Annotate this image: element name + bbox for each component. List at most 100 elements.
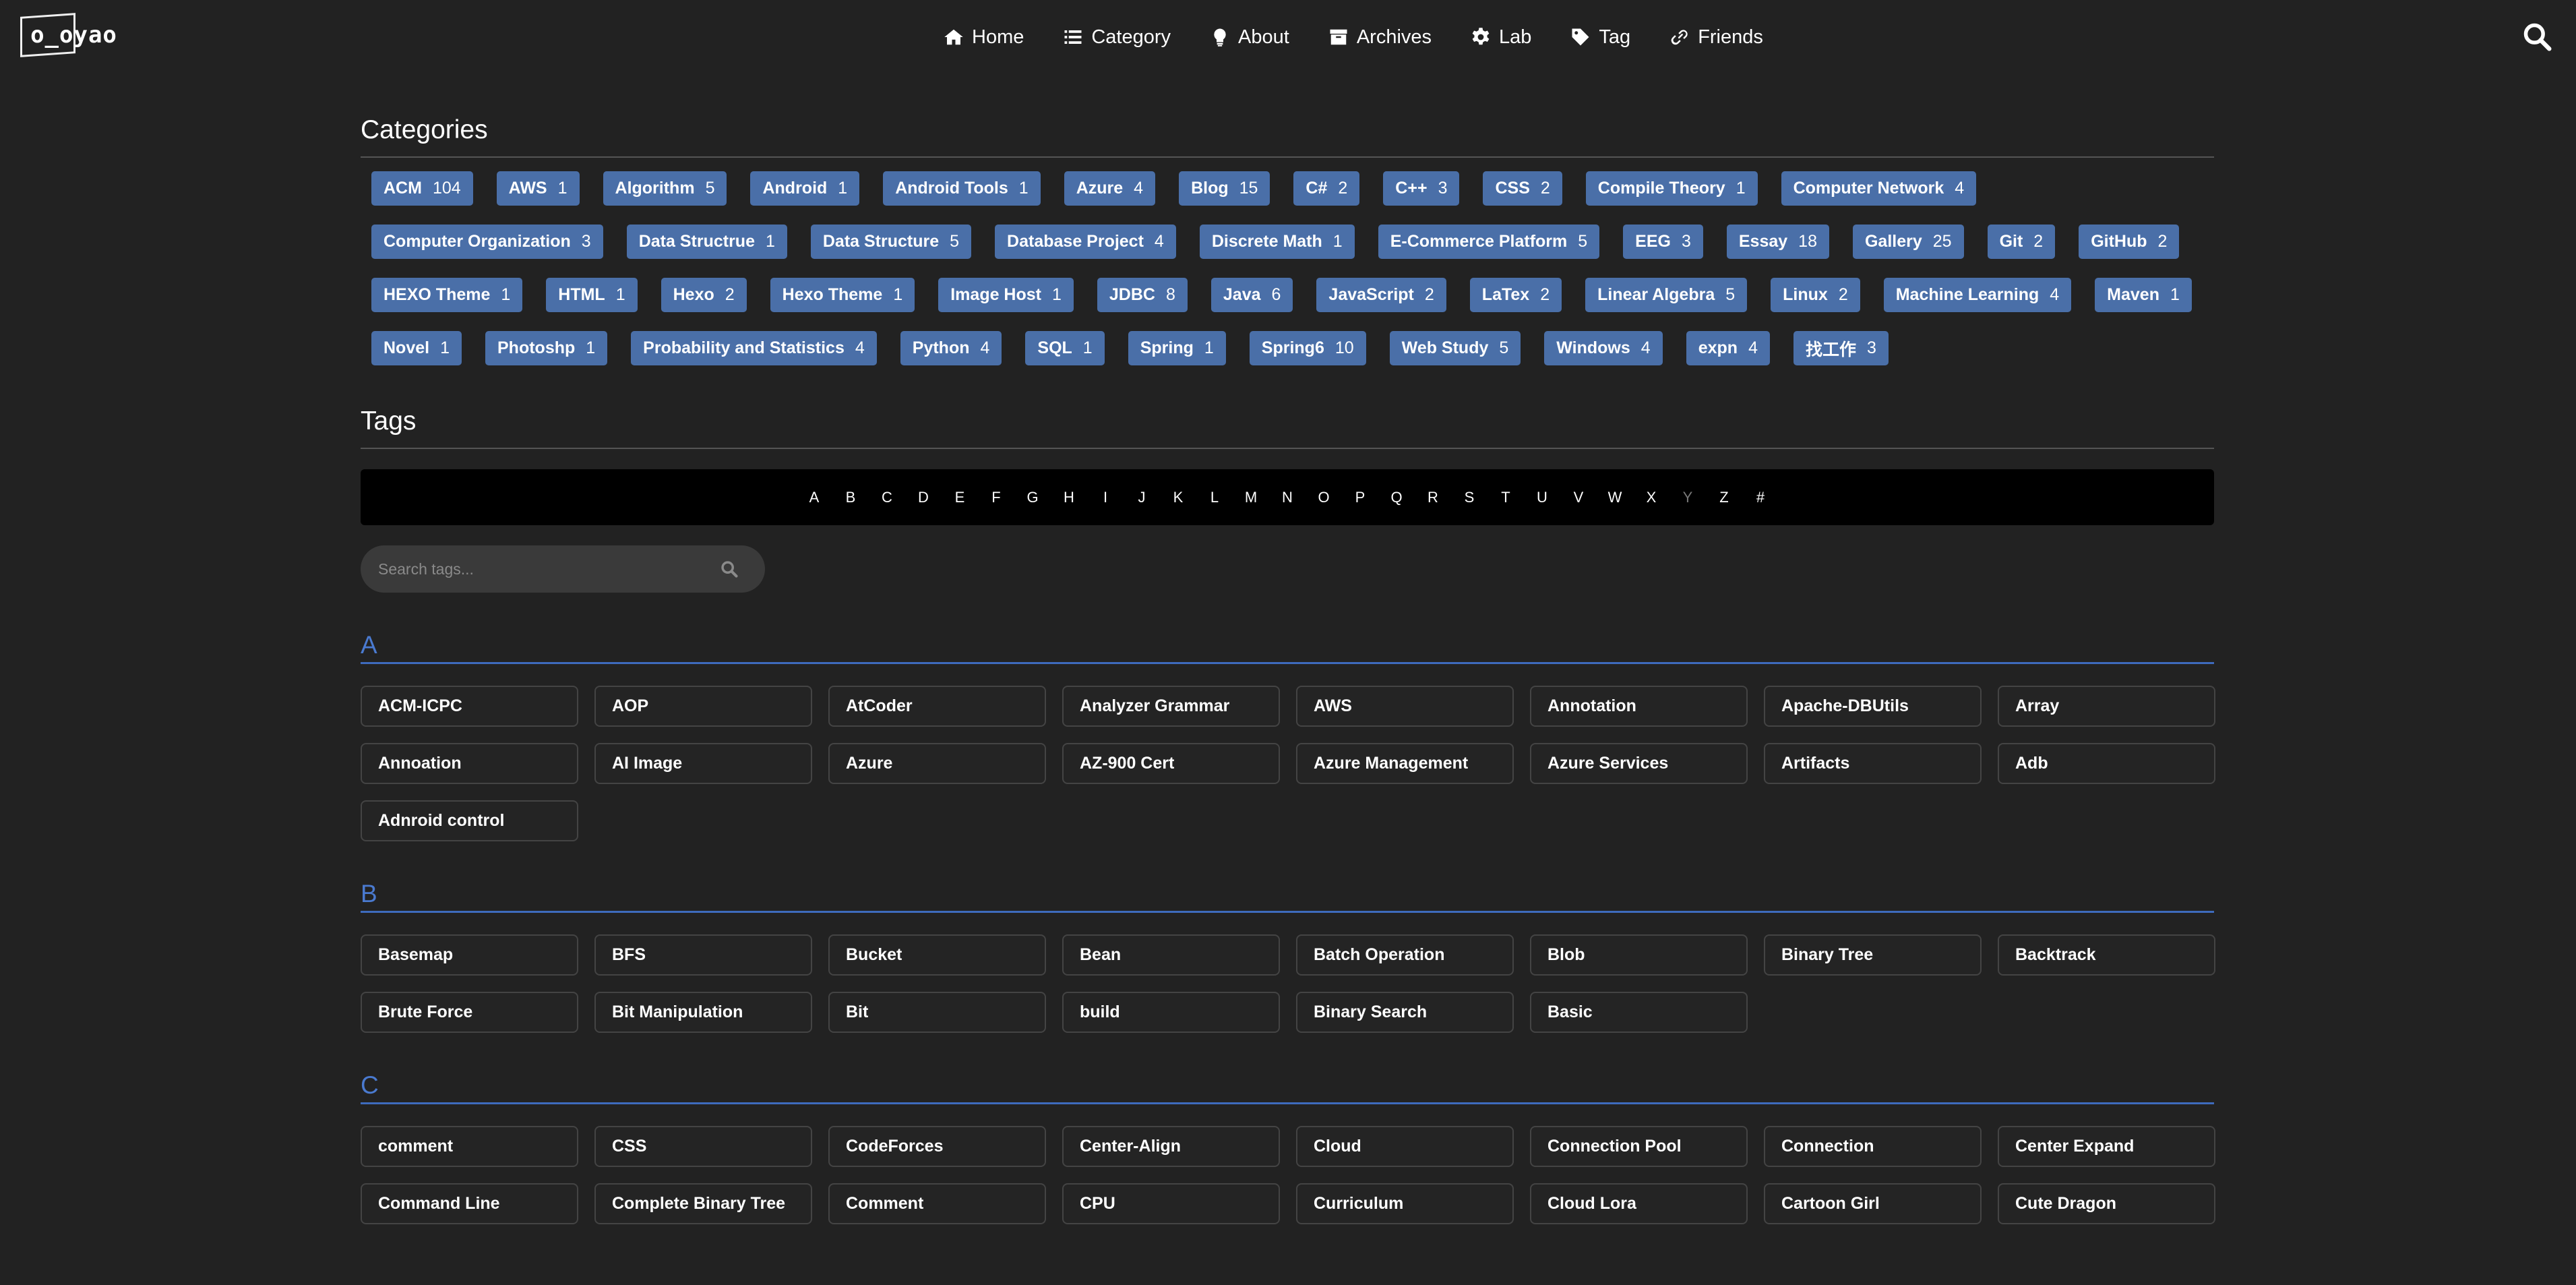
- category-chip[interactable]: Novel 1: [371, 331, 462, 365]
- category-chip[interactable]: C# 2: [1293, 171, 1360, 206]
- category-chip[interactable]: Azure 4: [1064, 171, 1156, 206]
- category-chip[interactable]: 找工作 3: [1793, 331, 1889, 365]
- nav-lab[interactable]: Lab: [1471, 26, 1531, 49]
- category-chip[interactable]: JDBC 8: [1097, 278, 1188, 312]
- tag-item[interactable]: Adnroid control: [361, 800, 578, 841]
- tag-item[interactable]: Azure Management: [1296, 743, 1514, 784]
- tag-item[interactable]: CodeForces: [828, 1126, 1046, 1167]
- category-chip[interactable]: Hexo Theme 1: [770, 278, 915, 312]
- category-chip[interactable]: Java 6: [1210, 278, 1293, 312]
- alphabet-link[interactable]: H: [1051, 489, 1087, 506]
- alphabet-link[interactable]: L: [1196, 489, 1233, 506]
- category-chip[interactable]: Android Tools 1: [883, 171, 1041, 206]
- category-chip[interactable]: AWS 1: [496, 171, 580, 206]
- category-chip[interactable]: Android 1: [750, 171, 860, 206]
- alphabet-link[interactable]: #: [1742, 489, 1779, 506]
- tag-item[interactable]: Center Expand: [1998, 1126, 2215, 1167]
- tag-item[interactable]: Analyzer Grammar: [1062, 686, 1280, 727]
- alphabet-link[interactable]: B: [832, 489, 869, 506]
- alphabet-link[interactable]: Q: [1378, 489, 1415, 506]
- tag-item[interactable]: Basic: [1530, 992, 1748, 1033]
- tag-item[interactable]: Adb: [1998, 743, 2215, 784]
- tag-item[interactable]: AZ-900 Cert: [1062, 743, 1280, 784]
- site-logo[interactable]: o_oyao: [20, 13, 125, 57]
- alphabet-link[interactable]: V: [1560, 489, 1597, 506]
- tag-item[interactable]: Azure Services: [1530, 743, 1748, 784]
- tag-item[interactable]: Comment: [828, 1183, 1046, 1224]
- alphabet-link[interactable]: I: [1087, 489, 1124, 506]
- tag-search-input[interactable]: [361, 545, 711, 593]
- category-chip[interactable]: E-Commerce Platform 5: [1378, 225, 1600, 259]
- tag-item[interactable]: comment: [361, 1126, 578, 1167]
- tag-item[interactable]: Connection: [1764, 1126, 1982, 1167]
- tag-item[interactable]: Brute Force: [361, 992, 578, 1033]
- category-chip[interactable]: Computer Network 4: [1781, 171, 1977, 206]
- nav-about[interactable]: About: [1210, 26, 1289, 49]
- alphabet-link[interactable]: E: [942, 489, 978, 506]
- tag-item[interactable]: Azure: [828, 743, 1046, 784]
- alphabet-link[interactable]: N: [1269, 489, 1306, 506]
- alphabet-link[interactable]: G: [1014, 489, 1051, 506]
- tag-item[interactable]: AWS: [1296, 686, 1514, 727]
- tag-item[interactable]: Annotation: [1530, 686, 1748, 727]
- category-chip[interactable]: HEXO Theme 1: [371, 278, 523, 312]
- alphabet-link[interactable]: Y: [1669, 489, 1706, 506]
- alphabet-link[interactable]: Z: [1706, 489, 1742, 506]
- tag-item[interactable]: Connection Pool: [1530, 1126, 1748, 1167]
- tag-item[interactable]: Cloud: [1296, 1126, 1514, 1167]
- category-chip[interactable]: Image Host 1: [938, 278, 1074, 312]
- category-chip[interactable]: GitHub 2: [2079, 225, 2180, 259]
- category-chip[interactable]: Discrete Math 1: [1199, 225, 1355, 259]
- alphabet-link[interactable]: C: [869, 489, 905, 506]
- category-chip[interactable]: Spring6 10: [1249, 331, 1366, 365]
- category-chip[interactable]: Python 4: [900, 331, 1002, 365]
- category-chip[interactable]: Web Study 5: [1389, 331, 1521, 365]
- category-chip[interactable]: Windows 4: [1544, 331, 1663, 365]
- alphabet-link[interactable]: K: [1160, 489, 1196, 506]
- category-chip[interactable]: C++ 3: [1383, 171, 1460, 206]
- tag-item[interactable]: Blob: [1530, 934, 1748, 976]
- category-chip[interactable]: Linear Algebra 5: [1585, 278, 1748, 312]
- tag-item[interactable]: AI Image: [594, 743, 812, 784]
- tag-item[interactable]: Curriculum: [1296, 1183, 1514, 1224]
- category-chip[interactable]: Data Structrue 1: [626, 225, 787, 259]
- category-chip[interactable]: EEG 3: [1623, 225, 1703, 259]
- category-chip[interactable]: Spring 1: [1128, 331, 1226, 365]
- category-chip[interactable]: HTML 1: [546, 278, 638, 312]
- category-chip[interactable]: Data Structure 5: [810, 225, 972, 259]
- nav-archives[interactable]: Archives: [1328, 26, 1432, 49]
- alphabet-link[interactable]: T: [1488, 489, 1524, 506]
- alphabet-link[interactable]: S: [1451, 489, 1488, 506]
- tag-item[interactable]: CPU: [1062, 1183, 1280, 1224]
- tag-item[interactable]: Binary Tree: [1764, 934, 1982, 976]
- tag-item[interactable]: build: [1062, 992, 1280, 1033]
- tag-item[interactable]: Cloud Lora: [1530, 1183, 1748, 1224]
- search-icon[interactable]: [720, 560, 739, 578]
- category-chip[interactable]: Probability and Statistics 4: [631, 331, 877, 365]
- tag-item[interactable]: Bucket: [828, 934, 1046, 976]
- category-chip[interactable]: Hexo 2: [661, 278, 747, 312]
- tag-item[interactable]: AtCoder: [828, 686, 1046, 727]
- category-chip[interactable]: LaTex 2: [1469, 278, 1562, 312]
- tag-item[interactable]: Bit: [828, 992, 1046, 1033]
- tag-item[interactable]: AOP: [594, 686, 812, 727]
- category-chip[interactable]: Essay 18: [1726, 225, 1829, 259]
- category-chip[interactable]: Photoshp 1: [485, 331, 608, 365]
- alphabet-link[interactable]: M: [1233, 489, 1269, 506]
- tag-item[interactable]: BFS: [594, 934, 812, 976]
- category-chip[interactable]: Compile Theory 1: [1585, 171, 1758, 206]
- nav-friends[interactable]: Friends: [1669, 26, 1763, 49]
- alphabet-link[interactable]: W: [1597, 489, 1633, 506]
- alphabet-link[interactable]: F: [978, 489, 1014, 506]
- tag-item[interactable]: Apache-DBUtils: [1764, 686, 1982, 727]
- tag-item[interactable]: Basemap: [361, 934, 578, 976]
- tag-item[interactable]: Center-Align: [1062, 1126, 1280, 1167]
- tag-item[interactable]: Array: [1998, 686, 2215, 727]
- tag-item[interactable]: Batch Operation: [1296, 934, 1514, 976]
- tag-item[interactable]: Cute Dragon: [1998, 1183, 2215, 1224]
- search-icon[interactable]: [2522, 22, 2552, 51]
- tag-item[interactable]: CSS: [594, 1126, 812, 1167]
- category-chip[interactable]: Maven 1: [2095, 278, 2192, 312]
- alphabet-link[interactable]: A: [796, 489, 832, 506]
- alphabet-link[interactable]: R: [1415, 489, 1451, 506]
